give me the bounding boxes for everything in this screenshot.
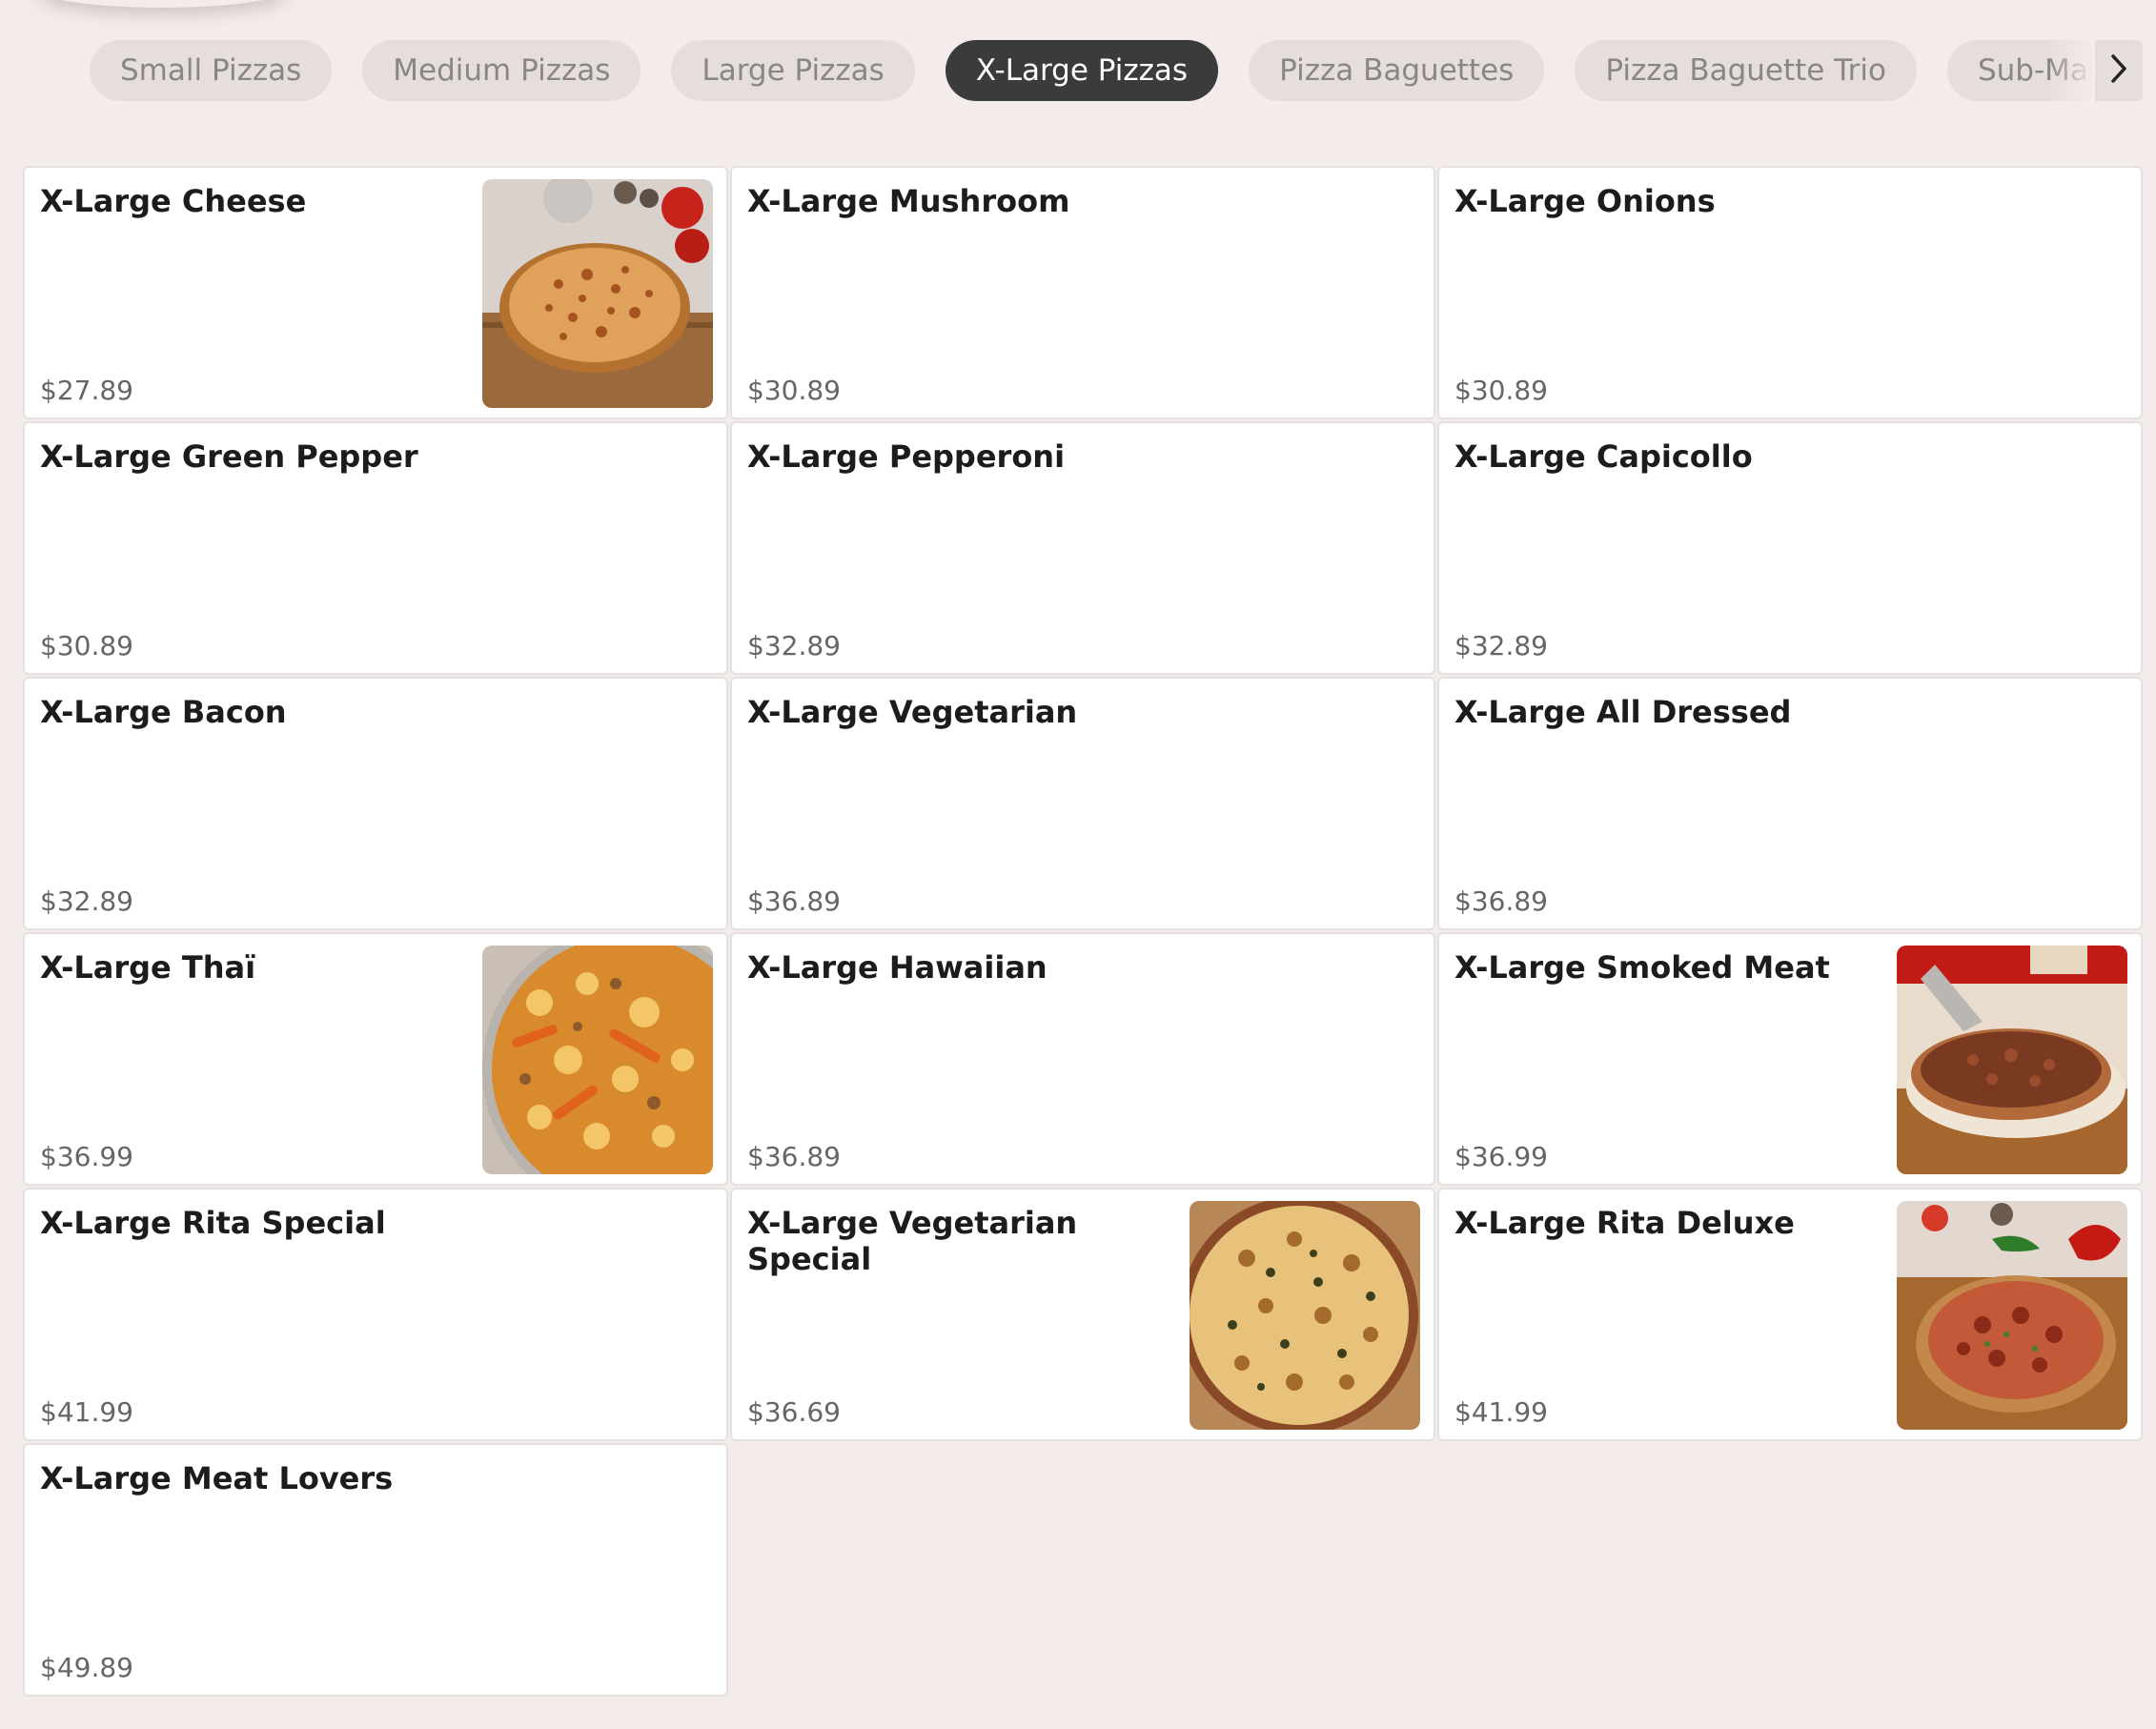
item-name: X-Large Meat Lovers [40, 1460, 394, 1496]
menu-item-card[interactable]: X-Large Cheese $27.89 [23, 166, 728, 419]
tab-pizza-baguettes[interactable]: Pizza Baguettes [1249, 40, 1545, 101]
item-name: X-Large Mushroom [747, 183, 1070, 219]
category-tabs: Small Pizzas Medium Pizzas Large Pizzas … [90, 40, 2091, 101]
item-price: $30.89 [747, 375, 841, 406]
menu-item-card[interactable]: X-Large Mushroom $30.89 [730, 166, 1435, 419]
item-name: X-Large Cheese [40, 183, 307, 219]
vegetarian-special-pizza-photo [1190, 1201, 1420, 1430]
menu-item-card[interactable]: X-Large Vegetarian Special $36.69 [730, 1188, 1435, 1441]
item-price: $36.99 [1454, 1141, 1548, 1172]
item-name: X-Large All Dressed [1454, 694, 1792, 730]
menu-item-card[interactable]: X-Large Vegetarian $36.89 [730, 677, 1435, 930]
menu-item-card[interactable]: X-Large Green Pepper $30.89 [23, 421, 728, 675]
chevron-right-icon [2108, 52, 2129, 89]
tab-small-pizzas[interactable]: Small Pizzas [90, 40, 333, 101]
item-name: X-Large Bacon [40, 694, 287, 730]
menu-item-card[interactable]: X-Large Smoked Meat $36.99 [1437, 932, 2143, 1186]
scroll-right-button[interactable] [2095, 40, 2143, 101]
item-name: X-Large Onions [1454, 183, 1716, 219]
item-price: $32.89 [747, 630, 841, 661]
menu-item-card[interactable]: X-Large All Dressed $36.89 [1437, 677, 2143, 930]
menu-item-card[interactable]: X-Large Hawaiian $36.89 [730, 932, 1435, 1186]
item-price: $36.69 [747, 1396, 841, 1428]
tab-pizza-baguette-trio[interactable]: Pizza Baguette Trio [1575, 40, 1917, 101]
tab-medium-pizzas[interactable]: Medium Pizzas [362, 40, 641, 101]
thai-pizza-photo [482, 946, 713, 1174]
tab-x-large-pizzas[interactable]: X-Large Pizzas [945, 40, 1219, 101]
item-price: $30.89 [40, 630, 133, 661]
item-name: X-Large Thaï [40, 949, 256, 986]
item-name: X-Large Hawaiian [747, 949, 1047, 986]
item-price: $41.99 [40, 1396, 133, 1428]
item-price: $36.99 [40, 1141, 133, 1172]
item-name: X-Large Vegetarian Special [747, 1205, 1078, 1277]
menu-item-card[interactable]: X-Large Rita Deluxe $41.99 [1437, 1188, 2143, 1441]
item-price: $30.89 [1454, 375, 1548, 406]
item-name: X-Large Pepperoni [747, 438, 1066, 475]
item-price: $49.89 [40, 1652, 133, 1683]
menu-item-card[interactable]: X-Large Rita Special $41.99 [23, 1188, 728, 1441]
cheese-pizza-photo [482, 179, 713, 408]
tab-large-pizzas[interactable]: Large Pizzas [671, 40, 915, 101]
item-name: X-Large Rita Deluxe [1454, 1205, 1795, 1241]
item-name: X-Large Smoked Meat [1454, 949, 1830, 986]
item-name: X-Large Rita Special [40, 1205, 386, 1241]
smoked-meat-pizza-photo [1897, 946, 2127, 1174]
tabs-fade [2049, 40, 2095, 101]
item-price: $36.89 [1454, 885, 1548, 917]
menu-item-card[interactable]: X-Large Meat Lovers $49.89 [23, 1443, 728, 1697]
menu-item-card[interactable]: X-Large Pepperoni $32.89 [730, 421, 1435, 675]
menu-item-card[interactable]: X-Large Thaï $36.99 [23, 932, 728, 1186]
menu-grid: X-Large Cheese $27.89 X-Large Mushroom $… [23, 166, 2143, 1697]
item-price: $41.99 [1454, 1396, 1548, 1428]
item-price: $32.89 [40, 885, 133, 917]
menu-item-card[interactable]: X-Large Onions $30.89 [1437, 166, 2143, 419]
rita-deluxe-pizza-photo [1897, 1201, 2127, 1430]
menu-item-card[interactable]: X-Large Capicollo $32.89 [1437, 421, 2143, 675]
item-price: $36.89 [747, 1141, 841, 1172]
item-price: $27.89 [40, 375, 133, 406]
item-name: X-Large Capicollo [1454, 438, 1753, 475]
menu-item-card[interactable]: X-Large Bacon $32.89 [23, 677, 728, 930]
item-name: X-Large Vegetarian [747, 694, 1078, 730]
item-price: $32.89 [1454, 630, 1548, 661]
item-name: X-Large Green Pepper [40, 438, 418, 475]
header-shadow [38, 0, 286, 8]
item-price: $36.89 [747, 885, 841, 917]
